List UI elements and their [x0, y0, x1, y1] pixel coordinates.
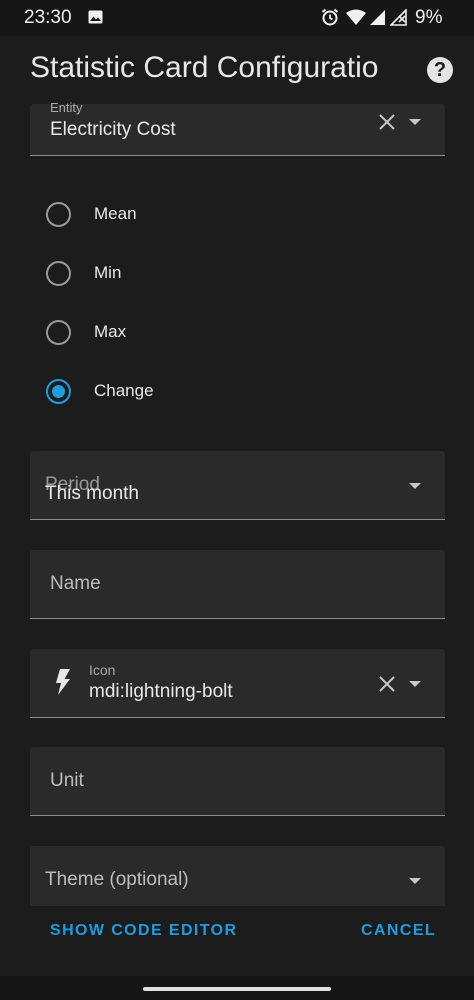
status-bar: 23:30 9%: [0, 0, 474, 36]
radio-min[interactable]: Min: [46, 261, 346, 291]
period-value: This month: [45, 483, 139, 504]
radio-max[interactable]: Max: [46, 320, 346, 350]
radio-change[interactable]: Change: [46, 379, 346, 409]
wifi-icon: [346, 9, 366, 25]
battery-level: 9%: [415, 7, 443, 28]
name-placeholder: Name: [50, 573, 101, 594]
radio-change-label: Change: [94, 381, 154, 400]
page-title: Statistic Card Configuratio: [30, 51, 379, 84]
lightning-bolt-icon: [56, 669, 70, 695]
radio-mean-circle[interactable]: [46, 202, 71, 227]
help-button[interactable]: ?: [427, 57, 453, 83]
radio-max-circle[interactable]: [46, 320, 71, 345]
alarm-icon: [321, 8, 339, 26]
entity-field[interactable]: Entity Electricity Cost: [30, 100, 445, 156]
period-dropdown-icon[interactable]: [409, 483, 421, 489]
radio-mean-label: Mean: [94, 204, 137, 223]
navigation-bar: [0, 976, 474, 1000]
period-select[interactable]: Period This month: [30, 451, 445, 520]
unit-placeholder: Unit: [50, 770, 84, 791]
cell-signal-icon: [370, 10, 385, 25]
home-gesture-handle[interactable]: [143, 987, 331, 991]
entity-value: Electricity Cost: [50, 119, 176, 140]
cancel-button[interactable]: CANCEL: [361, 922, 436, 940]
entity-dropdown-icon[interactable]: [409, 119, 421, 125]
no-signal-icon: [390, 9, 407, 26]
theme-select[interactable]: Theme (optional): [30, 846, 445, 915]
show-code-editor-button[interactable]: SHOW CODE EDITOR: [50, 922, 237, 940]
radio-max-label: Max: [94, 322, 127, 341]
radio-min-circle[interactable]: [46, 261, 71, 286]
unit-field[interactable]: Unit: [30, 747, 445, 816]
dialog-header: Statistic Card Configuratio ?: [0, 36, 474, 104]
status-time: 23:30: [24, 7, 72, 28]
icon-field[interactable]: Icon mdi:lightning-bolt: [30, 649, 445, 718]
icon-label: Icon: [89, 662, 116, 678]
theme-dropdown-icon[interactable]: [409, 878, 421, 884]
icon-dropdown-icon[interactable]: [409, 681, 421, 687]
name-field[interactable]: Name: [30, 550, 445, 619]
radio-change-circle[interactable]: [46, 379, 71, 404]
icon-value: mdi:lightning-bolt: [89, 681, 233, 702]
clear-entity-icon[interactable]: [378, 113, 396, 131]
radio-mean[interactable]: Mean: [46, 202, 346, 232]
theme-placeholder: Theme (optional): [45, 869, 189, 890]
radio-min-label: Min: [94, 263, 122, 282]
image-notification-icon: [88, 10, 103, 24]
entity-label: Entity: [50, 100, 83, 115]
clear-icon-icon[interactable]: [378, 675, 396, 693]
